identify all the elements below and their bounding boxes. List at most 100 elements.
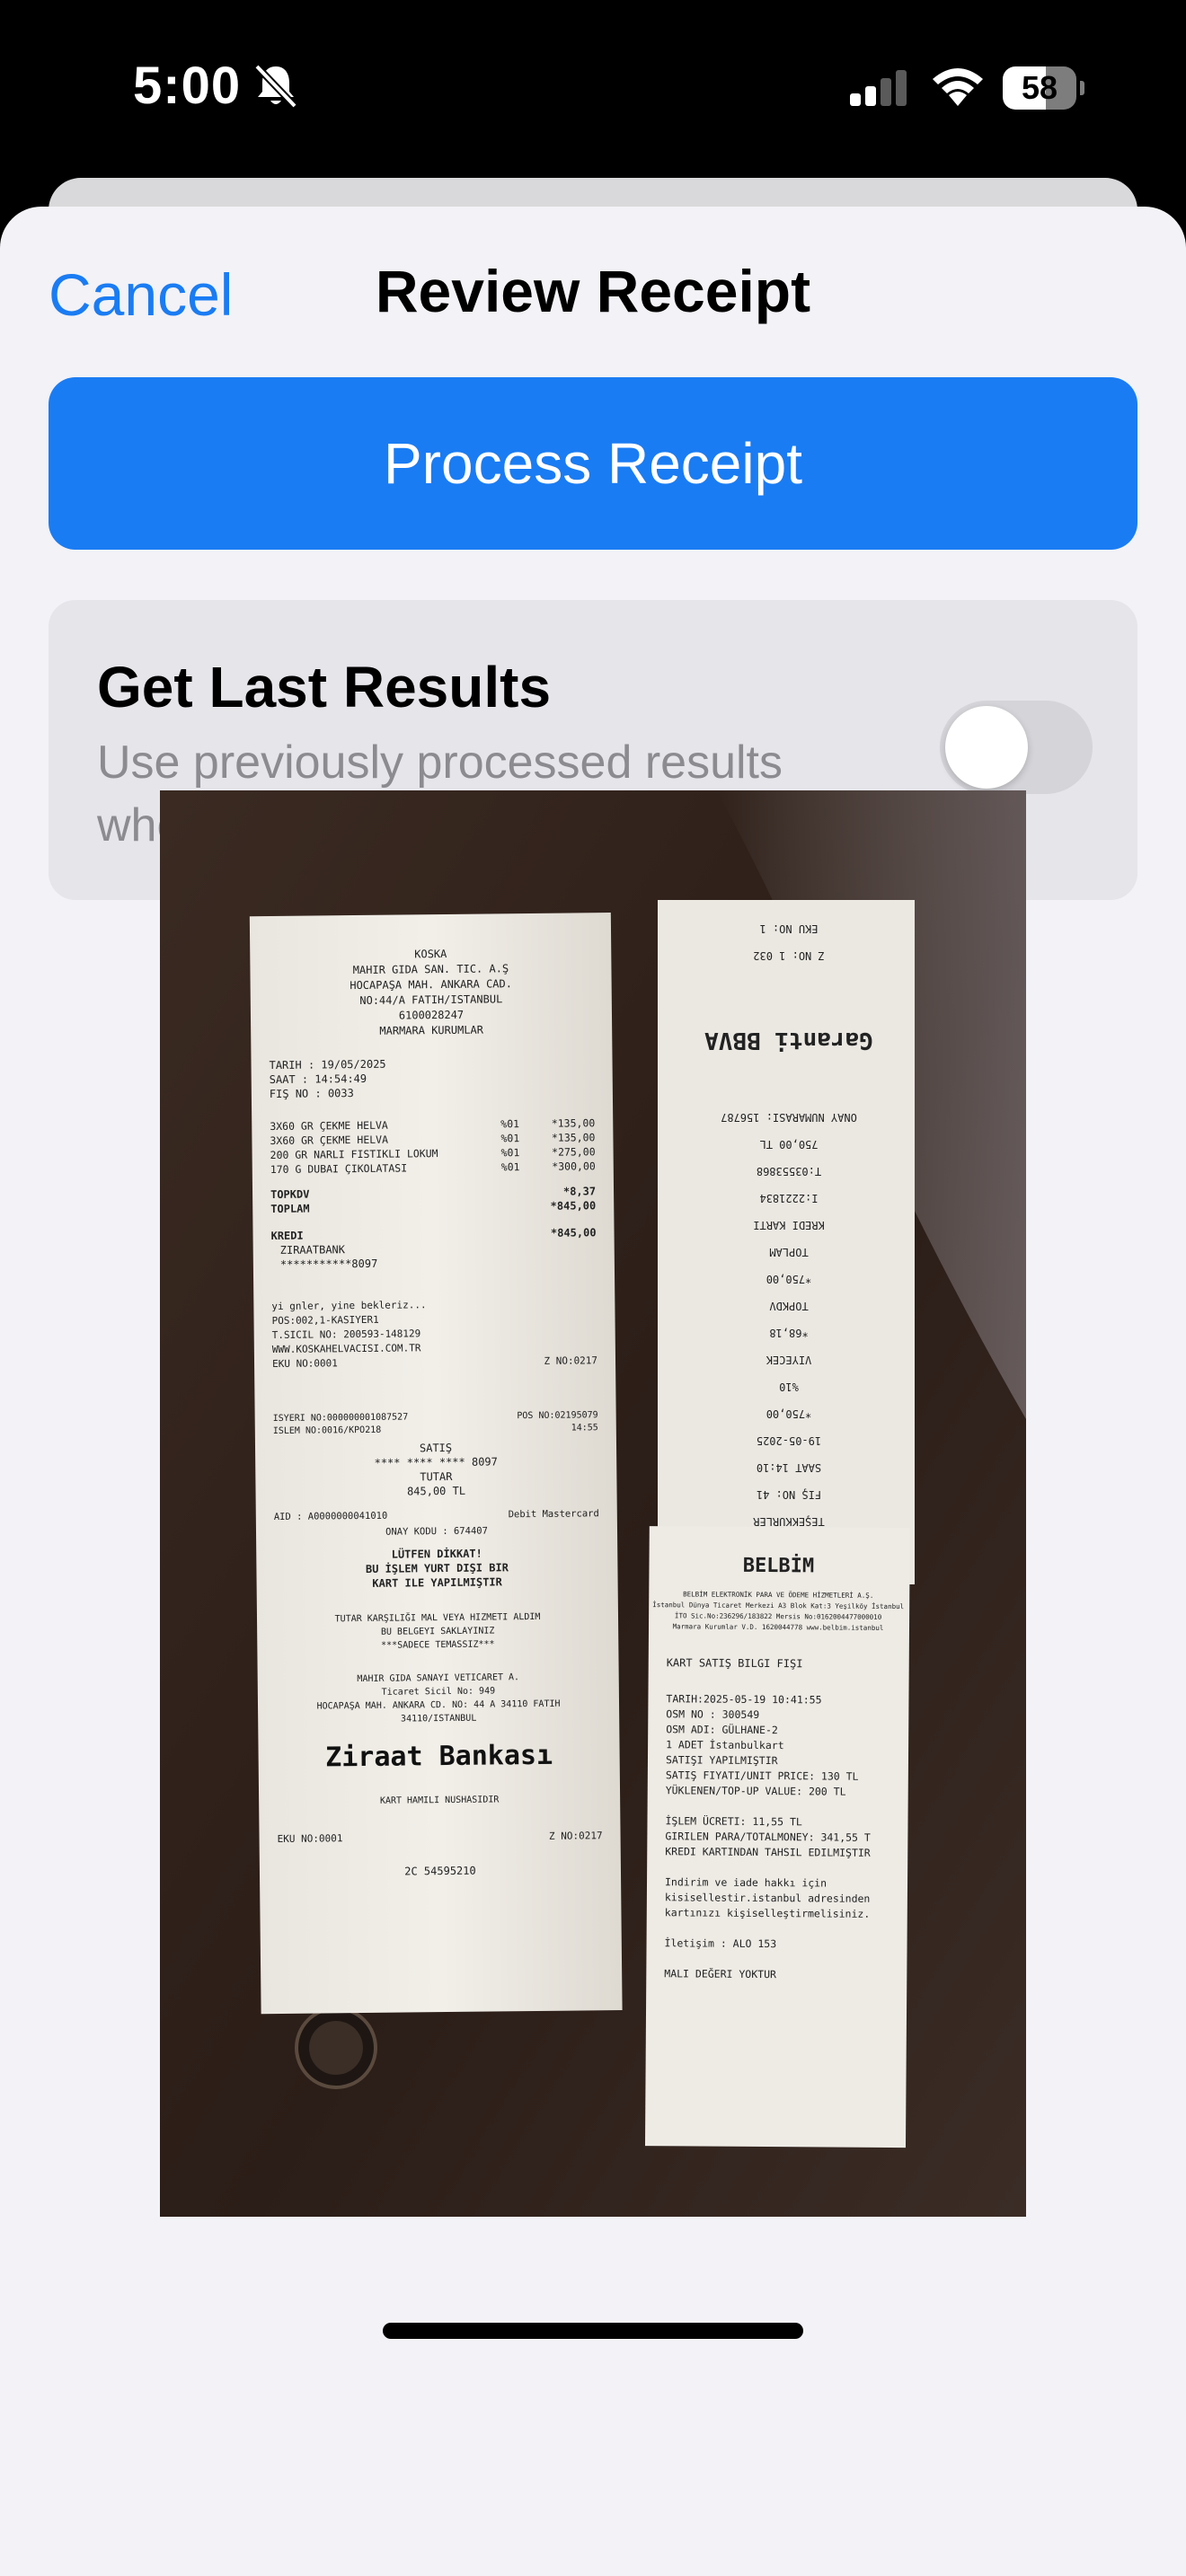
option-title: Get Last Results: [97, 655, 552, 719]
receipt-text: 1 ADET İstanbulkart: [666, 1737, 784, 1751]
receipt-text: AID : A0000000041010: [274, 1511, 388, 1522]
receipt-text: T:03553868: [757, 1165, 821, 1178]
garanti-logo: Garanti BBVA: [704, 1027, 873, 1054]
belbim-logo: BELBİM: [743, 1554, 815, 1578]
receipt-text: 14:55: [571, 1423, 598, 1433]
receipt-text: 750,00 TL: [759, 1138, 818, 1151]
receipt-text: 170 G DUBAI ÇIKOLATASI: [270, 1161, 407, 1176]
receipt-text: TOPLAM: [769, 1246, 808, 1258]
receipt-text: GIRILEN PARA/TOTALMONEY: 341,55 T: [665, 1830, 871, 1844]
receipt-text: MALI DEĞERI YOKTUR: [664, 1966, 776, 1981]
receipt-text: KREDI KARTI: [753, 1219, 824, 1231]
receipt-text: 6100028247: [399, 1009, 464, 1022]
receipt-text: İŞLEM ÜCRETI: 11,55 TL: [665, 1813, 802, 1828]
receipt-text: %01: [500, 1132, 519, 1144]
receipt-text: ISLEM NO:0016/KPO218: [273, 1425, 382, 1436]
receipt-text: TOPKDV: [270, 1188, 310, 1201]
receipt-text: Ticaret Sicil No: 949: [382, 1686, 496, 1697]
receipt-text: BELBİM ELEKTRONİK PARA VE ÖDEME HİZMETLE…: [683, 1590, 873, 1599]
receipt-text: ONAY NUMARASI: 156787: [721, 1111, 857, 1124]
receipt-text: TOPKDV: [769, 1300, 808, 1312]
receipt-text: KART SATIŞ BILGI FIŞI: [667, 1656, 803, 1670]
receipt-text: İTO Sic.No:236296/183822 Mersis No:01620…: [675, 1611, 882, 1621]
receipt-text: POS NO:02195079: [517, 1410, 597, 1421]
receipt-text: WWW.KOSKAHELVACISI.COM.TR: [272, 1342, 421, 1355]
receipt-text: İletişim : ALO 153: [665, 1936, 777, 1950]
receipt-text: ZIRAATBANK: [280, 1243, 346, 1257]
receipt-garanti: Garanti BBVA EKU NO: 1 Z NO: 1 032 ONAY NUM…: [658, 900, 915, 1584]
status-bar: 5:00 58: [0, 0, 1186, 180]
battery-level: 58: [1021, 69, 1058, 106]
receipt-text: ISYERI NO:000000001087527: [273, 1412, 409, 1424]
receipt-text: SATIŞ: [420, 1442, 452, 1454]
process-receipt-button[interactable]: Process Receipt: [49, 377, 1137, 550]
receipt-text: TARIH : 19/05/2025: [269, 1058, 385, 1072]
receipt-text: *135,00: [552, 1131, 596, 1144]
cellular-signal-icon: [850, 70, 907, 106]
receipt-text: %01: [500, 1117, 519, 1130]
wifi-icon: [933, 68, 983, 106]
bell-slash-icon: [254, 64, 297, 109]
receipt-text: 845,00 TL: [407, 1485, 465, 1498]
receipt-koska: KOSKA MAHIR GIDA SAN. TIC. A.ŞHOCAPAŞA MA…: [249, 913, 623, 2015]
receipt-text: POS:002,1-KASIYER1: [271, 1314, 378, 1327]
receipt-text: EKU NO:0001: [278, 1832, 343, 1845]
receipt-text: EKU NO:0001: [272, 1357, 338, 1370]
get-last-results-toggle[interactable]: [940, 701, 1093, 794]
receipt-text: Marmara Kurumlar V.D. 1620044778 www.bel…: [673, 1622, 884, 1632]
receipt-text: BU BELGEYI SAKLAYINIZ: [381, 1626, 495, 1636]
receipt-text: KART ILE YAPILMIŞTIR: [372, 1575, 502, 1590]
receipt-text: KOSKA: [414, 948, 447, 960]
receipt-text: 34110/ISTANBUL: [401, 1714, 476, 1725]
receipt-text: I:2221834: [759, 1192, 818, 1204]
page-title: Review Receipt: [375, 258, 811, 324]
receipt-text: 200 GR NARLI FISTIKLI LOKUM: [270, 1147, 438, 1161]
receipt-text: 2C 54595210: [404, 1865, 476, 1878]
receipt-photo: KOSKA MAHIR GIDA SAN. TIC. A.ŞHOCAPAŞA MA…: [160, 790, 1026, 2217]
receipt-text: kisisellestir.istanbul adresinden: [665, 1891, 871, 1905]
receipt-text: *300,00: [552, 1160, 596, 1173]
receipt-text: Indirim ve iade hakkı için: [665, 1875, 827, 1889]
receipt-text: OSM NO : 300549: [666, 1707, 759, 1721]
receipt-text: *68,18: [769, 1327, 808, 1339]
receipt-text: TARIH:2025-05-19 10:41:55: [666, 1692, 821, 1706]
receipt-text: kartınızı kişiselleştirmelisiniz.: [665, 1906, 871, 1920]
ziraat-logo: Ziraat Bankası: [325, 1740, 553, 1774]
receipt-text: *135,00: [552, 1116, 596, 1130]
receipt-text: KREDI: [270, 1230, 303, 1242]
receipt-text: FIŞ NO: 41: [757, 1488, 821, 1501]
receipt-text: *845,00: [551, 1226, 597, 1239]
receipt-text: Z NO: 1 032: [753, 949, 824, 962]
receipt-text: Z NO:0217: [544, 1354, 597, 1367]
receipt-text: YÜKLENEN/TOP-UP VALUE: 200 TL: [666, 1782, 846, 1797]
receipt-text: KART HAMILI NUSHASIDIR: [380, 1795, 500, 1805]
receipt-text: MAHIR GIDA SAN. TIC. A.Ş: [353, 962, 509, 976]
receipt-text: *845,00: [551, 1199, 597, 1213]
receipt-text: NO:44/A FATIH/ISTANBUL: [359, 992, 502, 1007]
receipt-text: %01: [501, 1146, 520, 1159]
receipt-text: ***SADECE TEMASSIZ***: [381, 1639, 495, 1650]
receipt-text: **** **** **** 8097: [374, 1455, 497, 1469]
home-indicator[interactable]: [383, 2323, 803, 2339]
receipt-text: yi gnler, yine bekleriz...: [271, 1299, 426, 1312]
receipt-text: KREDI KARTINDAN TAHSIL EDILMIŞTIR: [665, 1845, 871, 1859]
receipt-text: FIŞ NO : 0033: [270, 1087, 354, 1100]
receipt-text: VIYECEK: [766, 1354, 811, 1366]
receipt-text: *750,00: [766, 1273, 812, 1285]
receipt-text: SATIŞ FIYATI/UNIT PRICE: 130 TL: [666, 1769, 859, 1782]
receipt-text: 19-05-2025: [757, 1434, 821, 1447]
receipt-text: *750,00: [766, 1407, 812, 1420]
receipt-text: *8,37: [563, 1185, 596, 1197]
receipt-text: OSM ADI: GÜLHANE-2: [666, 1721, 778, 1736]
receipt-text: *275,00: [552, 1145, 596, 1159]
receipt-text: MARMARA KURUMLAR: [379, 1024, 484, 1037]
status-time: 5:00: [133, 57, 242, 115]
receipt-text: TOPLAM: [270, 1203, 310, 1215]
receipt-text: T.SICIL NO: 200593-148129: [272, 1328, 421, 1341]
battery-icon: 58: [1003, 66, 1084, 110]
receipt-text: ONAY KODU : 674407: [385, 1526, 488, 1538]
receipt-text: EKU NO: 1: [759, 922, 818, 935]
receipt-text: LÜTFEN DİKKAT!: [392, 1547, 482, 1561]
receipt-text: SAAT 14:10: [757, 1461, 821, 1474]
receipt-text: SATIŞI YAPILMIŞTIR: [666, 1753, 778, 1767]
